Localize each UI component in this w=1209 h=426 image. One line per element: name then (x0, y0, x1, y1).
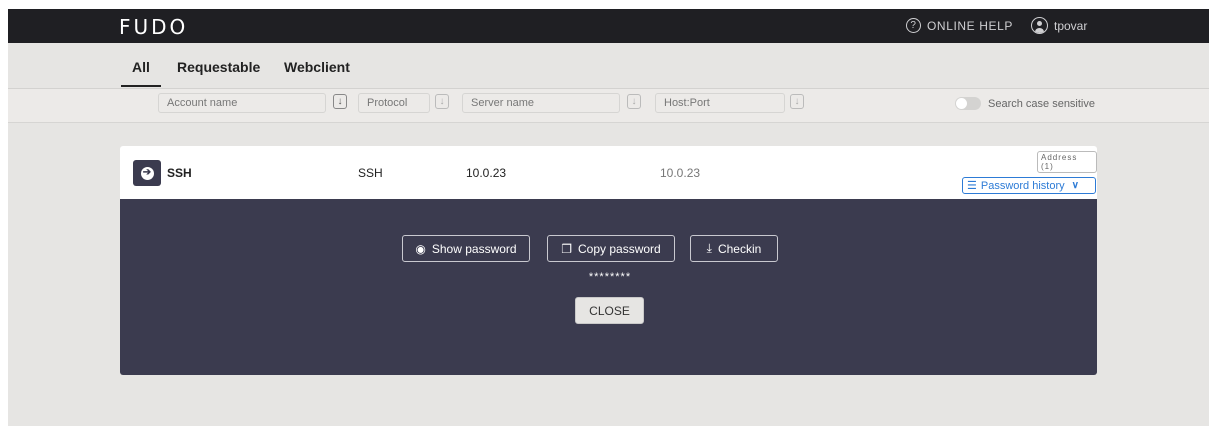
app-frame: FUDO ? ONLINE HELP tpovar All Requestabl… (8, 9, 1209, 426)
user-menu[interactable]: tpovar (1031, 17, 1087, 34)
sort-hostport-icon[interactable]: ↓ (790, 94, 804, 109)
question-circle-icon: ? (906, 18, 921, 33)
copy-password-label: Copy password (578, 241, 661, 256)
copy-password-button[interactable]: ❐ Copy password (547, 235, 675, 262)
account-name[interactable]: SSH (167, 166, 192, 180)
filter-bar: ↓ ↓ ↓ ↓ Search case sensitive (8, 89, 1209, 123)
chevron-down-icon: ∨ (1071, 180, 1079, 191)
account-row: ➔ SSH SSH 10.0.23 10.0.23 Address (1) ☰ … (120, 146, 1097, 199)
account-host-port: 10.0.23 (660, 166, 701, 180)
list-icon: ☰ (967, 180, 977, 192)
online-help-label: ONLINE HELP (927, 18, 1013, 33)
connect-arrow-icon: ➔ (140, 166, 154, 180)
fudo-logo[interactable]: FUDO (119, 15, 188, 39)
server-name-filter[interactable] (462, 93, 620, 113)
account-protocol: SSH (358, 166, 383, 180)
online-help-link[interactable]: ? ONLINE HELP (906, 18, 1013, 33)
tab-requestable[interactable]: Requestable (177, 59, 260, 75)
case-sensitive-toggle[interactable] (955, 97, 981, 110)
user-avatar-icon (1031, 17, 1048, 34)
connect-button[interactable]: ➔ (133, 160, 161, 186)
show-password-label: Show password (431, 241, 517, 256)
password-history-label: Password history (980, 179, 1065, 192)
password-history-button[interactable]: ☰ Password history ∨ (962, 177, 1096, 194)
sort-account-icon[interactable]: ↓ (333, 94, 347, 109)
password-panel: ◉ Show password ❐ Copy password ⤓ Checki… (120, 199, 1097, 375)
show-password-button[interactable]: ◉ Show password (402, 235, 530, 262)
tab-bar: All Requestable Webclient (8, 43, 1209, 89)
eye-icon: ◉ (415, 241, 426, 256)
username: tpovar (1054, 18, 1088, 33)
checkin-label: Checkin (717, 241, 762, 256)
host-port-filter[interactable] (655, 93, 785, 113)
account-server: 10.0.23 (466, 166, 507, 180)
checkin-icon: ⤓ (706, 241, 712, 255)
protocol-filter[interactable] (358, 93, 430, 113)
case-sensitive-label: Search case sensitive (988, 98, 1095, 110)
sort-server-icon[interactable]: ↓ (627, 94, 641, 109)
address-badge[interactable]: Address (1) (1037, 151, 1097, 173)
copy-icon: ❐ (561, 241, 573, 256)
top-bar: FUDO ? ONLINE HELP tpovar (8, 9, 1209, 43)
account-name-filter[interactable] (158, 93, 326, 113)
checkin-button[interactable]: ⤓ Checkin (690, 235, 778, 262)
tab-webclient[interactable]: Webclient (284, 59, 350, 75)
close-button[interactable]: CLOSE (575, 297, 644, 324)
masked-password: ******** (588, 271, 632, 283)
tab-all[interactable]: All (121, 59, 161, 87)
sort-protocol-icon[interactable]: ↓ (435, 94, 449, 109)
